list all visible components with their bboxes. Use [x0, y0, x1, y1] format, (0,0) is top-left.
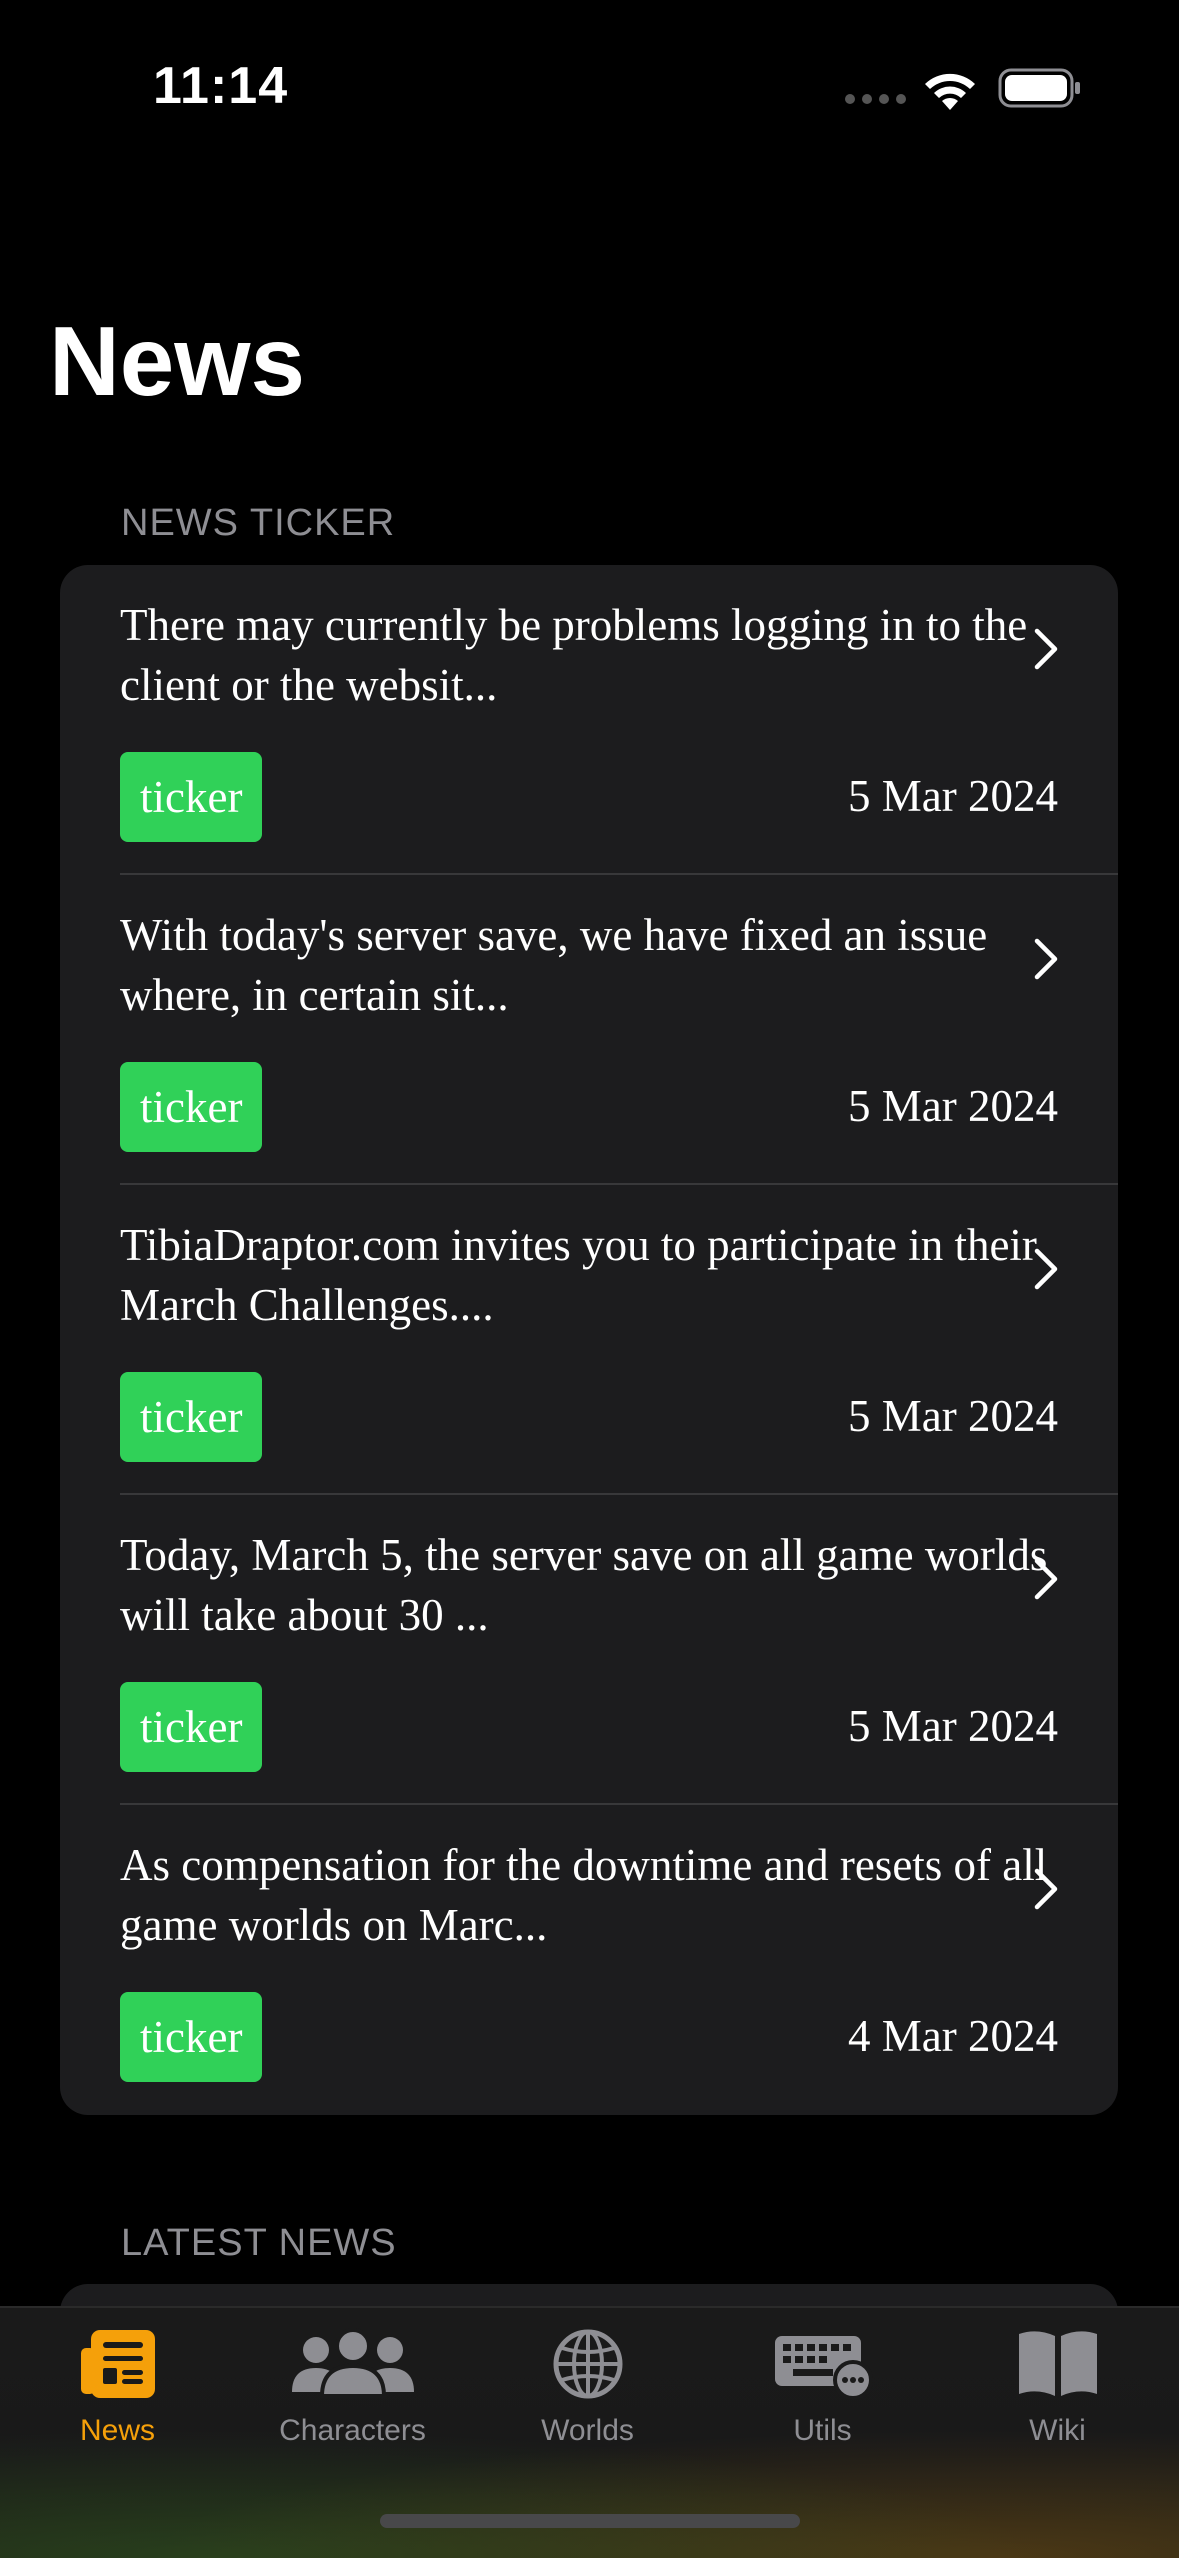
news-date: 5 Mar 2024 [848, 771, 1058, 821]
tab-label: Worlds [541, 2414, 634, 2447]
tab-news[interactable]: News [0, 2326, 235, 2476]
tab-wiki[interactable]: Wiki [940, 2326, 1175, 2476]
ticker-tag: ticker [120, 1062, 263, 1152]
news-ticker-header: NEWS TICKER [121, 502, 396, 544]
news-headline: There may currently be problems logging … [120, 600, 1028, 710]
news-headline: With today's server save, we have fixed … [120, 910, 988, 1020]
newspaper-icon [80, 2330, 155, 2398]
news-ticker-item[interactable]: With today's server save, we have fixed … [60, 875, 1118, 1185]
globe-icon [553, 2329, 622, 2399]
tab-label: Characters [279, 2414, 426, 2447]
home-indicator [380, 2514, 800, 2528]
chevron-right-icon [1034, 1248, 1058, 1290]
news-headline: Today, March 5, the server save on all g… [120, 1530, 1048, 1640]
news-ticker-item[interactable]: TibiaDraptor.com invites you to particip… [60, 1185, 1118, 1495]
tab-label: Utils [793, 2414, 852, 2447]
news-ticker-item[interactable]: Today, March 5, the server save on all g… [60, 1495, 1118, 1805]
battery-icon [998, 68, 1080, 108]
news-headline: As compensation for the downtime and res… [120, 1840, 1048, 1950]
news-date: 5 Mar 2024 [848, 1391, 1058, 1441]
news-headline: TibiaDraptor.com invites you to particip… [120, 1220, 1037, 1330]
ticker-tag: ticker [120, 1372, 263, 1462]
ticker-tag: ticker [120, 1992, 263, 2082]
news-date: 5 Mar 2024 [848, 1701, 1058, 1751]
status-bar: 11:14 [0, 0, 1179, 170]
ticker-tag: ticker [120, 752, 263, 842]
chevron-right-icon [1034, 1868, 1058, 1910]
news-ticker-list: There may currently be problems logging … [60, 565, 1118, 2115]
news-ticker-item[interactable]: As compensation for the downtime and res… [60, 1805, 1118, 2115]
tab-characters[interactable]: Characters [235, 2326, 470, 2476]
wifi-icon [925, 73, 975, 110]
ticker-tag: ticker [120, 1682, 263, 1772]
chevron-right-icon [1034, 938, 1058, 980]
book-icon [1018, 2331, 1097, 2396]
news-ticker-item[interactable]: There may currently be problems logging … [60, 565, 1118, 875]
people-icon [291, 2328, 414, 2398]
page-title: News [49, 306, 306, 416]
tab-worlds[interactable]: Worlds [470, 2326, 705, 2476]
latest-news-header: LATEST NEWS [121, 2222, 397, 2264]
tab-label: Wiki [1029, 2414, 1086, 2447]
keyboard-icon [774, 2336, 873, 2400]
news-date: 5 Mar 2024 [848, 1081, 1058, 1131]
status-time: 11:14 [153, 57, 289, 115]
chevron-right-icon [1034, 1558, 1058, 1600]
news-date: 4 Mar 2024 [848, 2011, 1058, 2061]
tab-utils[interactable]: Utils [705, 2326, 940, 2476]
cellular-signal-icon [845, 94, 906, 104]
chevron-right-icon [1034, 628, 1058, 670]
tab-label: News [79, 2414, 155, 2447]
